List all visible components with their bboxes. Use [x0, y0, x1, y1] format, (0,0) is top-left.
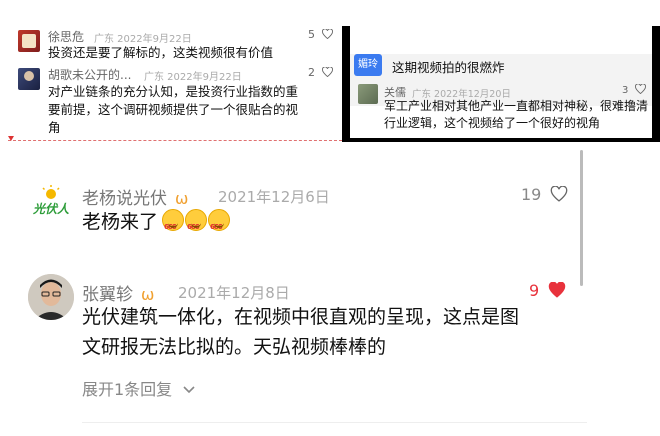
commenter-name[interactable]: 胡歌未公开的...	[48, 66, 131, 83]
comment-text-line: 文研报无法比拟的。天弘视频棒棒的	[82, 336, 387, 358]
comment-text: 老杨来了 666 666 666	[82, 207, 231, 237]
comment-date: 2021年12月8日	[178, 284, 290, 302]
sunglasses-emoji-icon: 666	[185, 209, 208, 231]
like-control[interactable]: 9	[529, 281, 566, 300]
expand-replies-label: 展开1条回复	[82, 380, 173, 399]
comment-text: 对产业链条的充分认知，是投资行业指数的重要前提，这个调研视频提供了一个很贴合的视…	[48, 84, 299, 135]
like-count: 2	[308, 66, 315, 79]
sunglasses-emoji-icon: 666	[208, 209, 231, 231]
heart-outline-icon[interactable]	[321, 67, 333, 77]
like-control[interactable]: 5	[308, 28, 333, 41]
comment-location-date: 广东 2022年9月22日	[144, 72, 242, 83]
avatar-text: 光伏人	[32, 202, 69, 216]
comment-text: 投资还是要了解标的，这类视频很有价值	[48, 45, 274, 60]
like-control[interactable]: 19	[521, 185, 568, 204]
divider	[82, 422, 587, 423]
comment-text-content: 老杨来了	[82, 211, 159, 233]
creator-badge-icon: ѡ	[175, 189, 189, 208]
commenter-name-text: 老杨说光伏	[82, 189, 167, 209]
like-count: 3	[622, 85, 629, 96]
avatar[interactable]: 光伏人	[28, 182, 74, 228]
avatar[interactable]	[18, 30, 40, 52]
heart-outline-icon[interactable]	[550, 185, 568, 202]
expand-replies-button[interactable]: 展开1条回复	[82, 376, 195, 400]
comment-text: 军工产业相对其他产业一直都相对神秘，很难撸清行业逻辑，这个视频给了一个很好的视角	[384, 99, 649, 130]
emoji-group: 666 666 666	[162, 209, 231, 233]
video-comment-title: 这期视频拍的很燃炸	[392, 60, 505, 75]
dashed-divider	[8, 140, 342, 141]
avatar[interactable]	[358, 84, 378, 104]
like-count: 5	[308, 28, 315, 41]
scrollbar[interactable]	[580, 150, 583, 286]
chevron-down-icon	[183, 386, 195, 394]
person-avatar-icon	[28, 274, 74, 320]
top-left-comment-panel: 徐思危 广东 2022年9月22日 5 投资还是要了解标的，这类视频很有价值 胡…	[0, 0, 342, 142]
like-count: 19	[521, 185, 542, 204]
avatar[interactable]	[28, 274, 74, 320]
comment-text: 光伏建筑一体化，在视频中很直观的呈现，这点是图 文研报无法比拟的。天弘视频棒棒的	[82, 302, 519, 362]
comment-location-date: 广东 2022年9月22日	[94, 34, 192, 45]
heart-outline-icon[interactable]	[321, 29, 333, 39]
top-right-comment-panel: 媚玲 这期视频拍的很燃炸 关儒 广东 2022年12月20日 3 军工产业相对其…	[342, 26, 660, 142]
commenter-name[interactable]: 老杨说光伏 ѡ	[82, 184, 188, 209]
like-count: 9	[529, 281, 540, 300]
heart-outline-icon[interactable]	[634, 84, 646, 94]
comment-text-line: 光伏建筑一体化，在视频中很直观的呈现，这点是图	[82, 306, 520, 328]
like-control[interactable]: 3	[622, 84, 646, 96]
comment-card: 媚玲 这期视频拍的很燃炸 关儒 广东 2022年12月20日 3 军工产业相对其…	[350, 26, 652, 138]
commenter-name[interactable]: 徐思危	[48, 28, 84, 45]
user-tag[interactable]: 媚玲	[354, 54, 382, 76]
heart-filled-icon[interactable]	[548, 281, 566, 298]
main-comment-list: 光伏人 老杨说光伏 ѡ 2021年12月6日 19 老杨来了 666 666 666	[0, 150, 660, 436]
like-control[interactable]: 2	[308, 66, 333, 79]
divider-marker-icon	[8, 136, 14, 141]
avatar[interactable]	[18, 68, 40, 90]
comment-date: 2021年12月6日	[218, 188, 330, 206]
sunglasses-emoji-icon: 666	[162, 209, 185, 231]
